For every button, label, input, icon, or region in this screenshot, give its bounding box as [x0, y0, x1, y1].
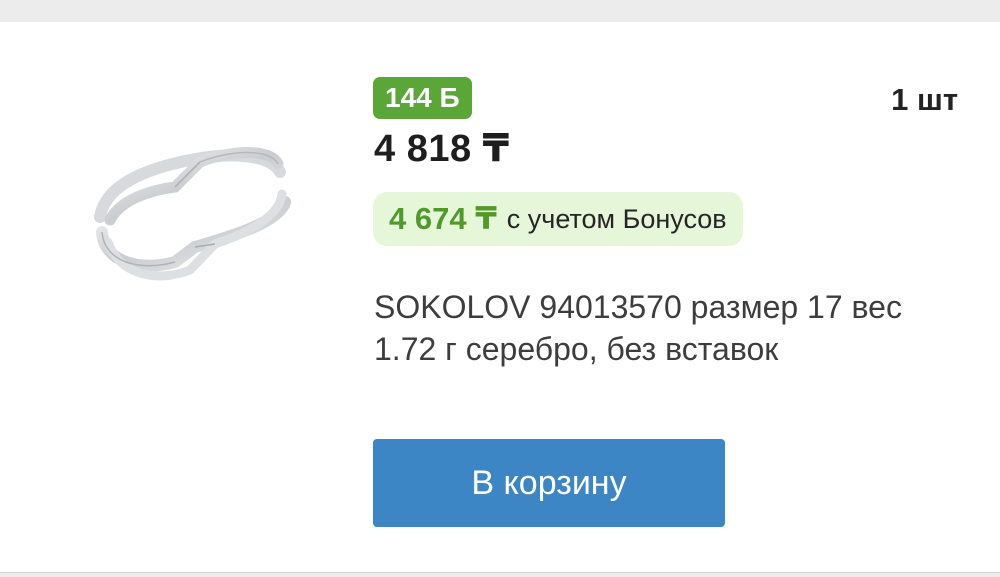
bonus-price-note: с учетом Бонусов [506, 203, 727, 234]
bonus-points-badge: 144 Б [373, 77, 472, 119]
quantity-label: 1 шт [891, 82, 958, 117]
product-description[interactable]: SOKOLOV 94013570 размер 17 вес 1.72 г се… [374, 286, 934, 370]
silver-ring-icon [94, 147, 291, 281]
bonus-price-value: 4 674 ₸ [389, 201, 497, 236]
product-price: 4 818 ₸ [374, 128, 510, 170]
add-to-cart-button[interactable]: В корзину [373, 439, 725, 527]
product-image[interactable] [80, 132, 300, 302]
product-card: 144 Б 1 шт 4 818 ₸ 4 674 ₸ с учетом Бону… [0, 22, 1000, 573]
card-divider [0, 572, 1000, 573]
bonus-price-box: 4 674 ₸ с учетом Бонусов [373, 192, 743, 246]
